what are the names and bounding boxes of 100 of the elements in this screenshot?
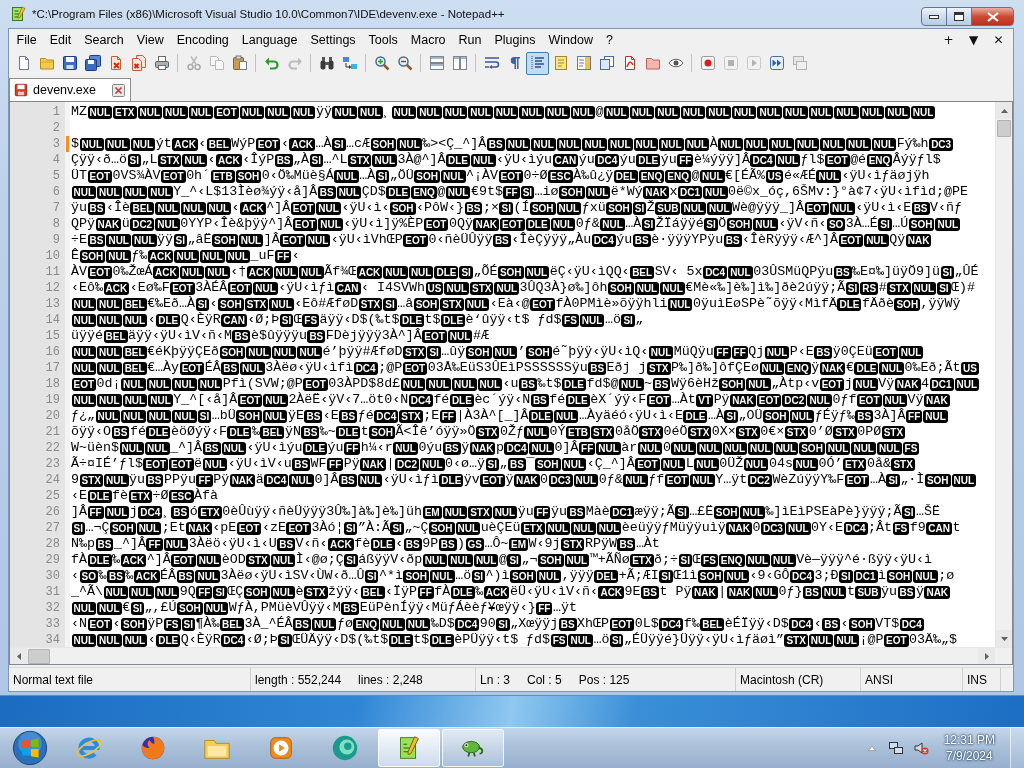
control-code-tag: STX: [475, 425, 500, 439]
control-code-tag: EOT: [71, 377, 97, 391]
control-code-tag: FF: [344, 441, 361, 455]
maximize-button[interactable]: [946, 7, 972, 26]
zoom-out-icon: [396, 55, 413, 71]
control-code-tag: FF: [534, 505, 551, 519]
code-text: áßÿÿV‹ðp: [358, 552, 423, 568]
control-code-tag: SOH: [109, 521, 136, 535]
close-icon[interactable]: [112, 83, 125, 97]
line-ending-label[interactable]: Macintosh (CR): [740, 672, 824, 687]
code-text: ÿE: [287, 408, 304, 424]
menu-item[interactable]: Run: [452, 31, 488, 49]
code-text: ¡@P: [859, 632, 884, 647]
scroll-down-button[interactable]: [996, 630, 1012, 647]
control-code-tag: NUL: [746, 377, 771, 391]
control-code-tag: STX: [304, 585, 328, 599]
code-text: |À3À^[_]Â: [456, 408, 529, 424]
code-text: 0ýu: [418, 440, 443, 456]
control-code-tag: EOT: [87, 617, 113, 631]
control-code-tag: NUL: [505, 137, 531, 151]
code-text: 03ÀPD$8d£: [328, 376, 401, 392]
code-text: VT$: [875, 616, 900, 632]
menu-item[interactable]: Encoding: [170, 31, 236, 49]
code-text: 0YYP‹Îè&þÿÿ^]Â: [180, 216, 293, 232]
control-code-tag: STX: [157, 153, 182, 167]
code-text: „L: [141, 152, 158, 168]
close-button[interactable]: [971, 7, 1014, 26]
control-code-tag: NUL: [71, 313, 97, 327]
control-code-tag: NUL: [106, 249, 131, 263]
encoding-label[interactable]: ANSI: [865, 672, 893, 687]
speaker-muted-icon[interactable]: [912, 740, 929, 756]
control-code-tag: DLE: [156, 633, 181, 647]
scrollbar-thumb[interactable]: [997, 120, 1011, 137]
file-tab[interactable]: devenv.exe: [9, 78, 131, 101]
insert-mode-label[interactable]: INS: [967, 672, 987, 687]
code-text: …À: [359, 168, 376, 184]
code-text: ü: [121, 216, 130, 232]
code-text: W‹9j: [528, 536, 561, 552]
scissors-icon: [185, 55, 202, 71]
horizontal-scrollbar[interactable]: [10, 647, 1012, 664]
taskbar-button[interactable]: [378, 729, 440, 767]
control-code-tag: NUL: [97, 345, 122, 359]
control-code-tag: ENQ: [866, 153, 893, 167]
code-text: ƒé: [357, 408, 374, 424]
line-number: 27: [44, 520, 61, 536]
control-code-tag: NUL: [764, 345, 790, 359]
text-editor[interactable]: [9, 101, 1013, 665]
control-code-tag: ACK: [240, 201, 266, 215]
menu-item[interactable]: Search: [77, 31, 131, 49]
menu-item[interactable]: Tools: [362, 31, 405, 49]
menu-item[interactable]: Edit: [43, 31, 78, 49]
control-code-tag: BS: [822, 617, 841, 631]
control-code-tag: NUL: [473, 553, 499, 567]
scroll-right-button[interactable]: [978, 648, 995, 664]
code-text: 0’Ø: [808, 424, 833, 440]
add-tab-button[interactable]: +: [936, 33, 961, 47]
scroll-up-button[interactable]: [996, 102, 1012, 119]
scrollbar-thumb[interactable]: [28, 648, 50, 664]
control-code-tag: NUL: [316, 201, 341, 215]
code-text: ‹†: [230, 264, 247, 280]
minimize-button[interactable]: [921, 7, 947, 26]
menu-item[interactable]: Settings: [303, 31, 363, 49]
control-code-tag: NUL: [561, 457, 587, 471]
code-text: ‹: [207, 152, 216, 168]
menu-item[interactable]: Window: [541, 31, 600, 49]
code-text: ‹: [231, 200, 240, 216]
line-number: 1: [51, 104, 61, 120]
menu-item[interactable]: Macro: [404, 31, 453, 49]
control-code-tag: NUL: [97, 297, 122, 311]
line-number: 15: [44, 328, 61, 344]
control-code-tag: SUB: [655, 201, 681, 215]
control-code-tag: SOH: [403, 569, 430, 583]
code-text: ‹ÿV‹ñ‹: [778, 216, 827, 232]
control-code-tag: NUL: [634, 281, 660, 295]
control-code-tag: BS: [833, 265, 852, 279]
network-icon[interactable]: [887, 740, 904, 756]
control-code-tag: NUL: [136, 521, 162, 535]
menu-item[interactable]: File: [10, 31, 44, 49]
window-title: *C:\Program Files (x86)\Microsoft Visual Studio 10.0\Common7\IDE\devenv.exe - Notepad++: [32, 8, 505, 20]
code-text: ‹ÿU‹ì‹: [341, 200, 390, 216]
code-text: Ì‹@ø;Ç: [295, 552, 344, 568]
code-text: ‹: [112, 616, 121, 632]
menu-item[interactable]: ?: [599, 31, 620, 49]
taskbar-button[interactable]: [442, 729, 504, 767]
line-number: 28: [44, 536, 61, 552]
close-tab-button[interactable]: ✕: [986, 33, 1011, 47]
code-text: ÿ: [915, 584, 924, 600]
code-text: 3Àëø‹ÿU‹ìSV‹ÙW‹ð…Û: [220, 568, 365, 584]
menu-item[interactable]: Language: [235, 31, 304, 49]
control-code-tag: NUL: [748, 441, 773, 455]
code-text: ÿu: [71, 200, 87, 216]
control-code-tag: ACK: [356, 265, 383, 279]
scroll-left-button[interactable]: [10, 648, 27, 664]
vertical-scrollbar[interactable]: [995, 102, 1012, 647]
code-text: P‹E: [789, 344, 814, 360]
control-code-tag: BS: [588, 361, 607, 375]
menu-item[interactable]: View: [130, 31, 171, 49]
tab-list-button[interactable]: ▼: [961, 33, 986, 47]
control-code-tag: NUL: [455, 521, 481, 535]
menu-item[interactable]: Plugins: [487, 31, 542, 49]
